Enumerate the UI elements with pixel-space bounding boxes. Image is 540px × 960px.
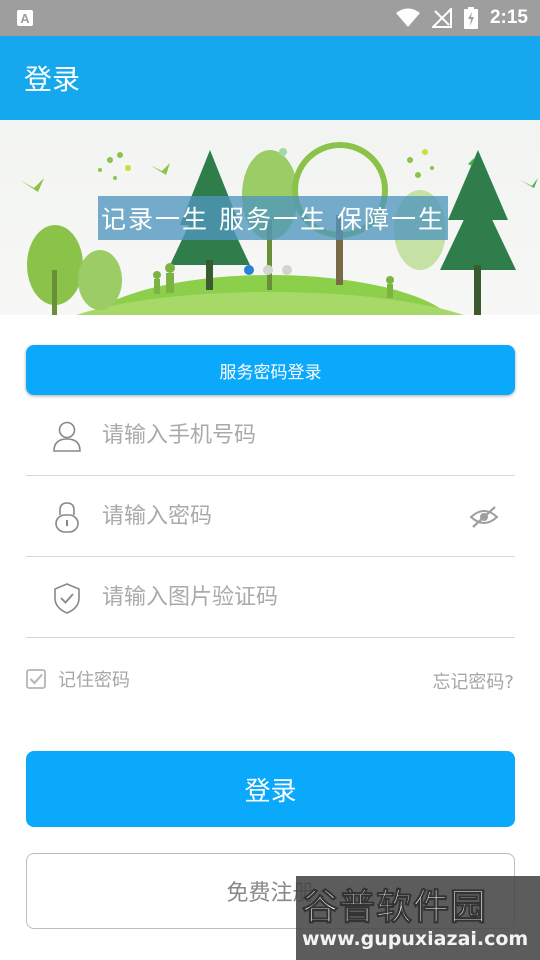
- carousel-indicator: [244, 265, 292, 275]
- service-password-login-button[interactable]: 服务密码登录: [26, 345, 515, 395]
- wifi-icon: [395, 8, 420, 27]
- status-bar: A 2:15: [0, 0, 540, 36]
- lock-icon: [55, 502, 79, 533]
- svg-text:A: A: [20, 11, 30, 26]
- carousel-dot: [282, 265, 292, 275]
- banner-carousel[interactable]: 记录一生 服务一生 保障一生: [0, 120, 540, 315]
- page-title: 登录: [24, 63, 81, 96]
- user-icon: [53, 421, 81, 452]
- banner-slogan: 记录一生 服务一生 保障一生: [98, 196, 448, 240]
- app-bar: 登录: [0, 36, 540, 120]
- password-input[interactable]: [100, 495, 464, 537]
- password-field: [26, 477, 515, 557]
- forgot-password-link[interactable]: 忘记密码?: [432, 668, 514, 694]
- remember-password[interactable]: 记住密码: [26, 666, 130, 692]
- watermark-url: www.gupuxiazai.com: [302, 928, 529, 950]
- captcha-field: [26, 558, 515, 638]
- watermark-title: 谷普软件园: [301, 887, 488, 929]
- remember-password-label: 记住密码: [58, 670, 130, 691]
- no-signal-icon: [431, 8, 452, 28]
- phone-input[interactable]: [100, 414, 464, 456]
- phone-field: [26, 396, 515, 476]
- eye-off-icon[interactable]: [469, 505, 499, 529]
- battery-charging-icon: [463, 7, 478, 29]
- carousel-dot-active: [244, 265, 254, 275]
- login-button[interactable]: 登录: [26, 751, 515, 827]
- notification-a-icon: A: [17, 10, 33, 26]
- shield-check-icon: [54, 583, 80, 614]
- carousel-dot: [263, 265, 273, 275]
- captcha-input[interactable]: [100, 576, 464, 618]
- checkbox-checked-icon[interactable]: [26, 669, 46, 689]
- watermark: 谷普软件园 www.gupuxiazai.com: [296, 876, 540, 960]
- clock: 2:15: [489, 7, 528, 28]
